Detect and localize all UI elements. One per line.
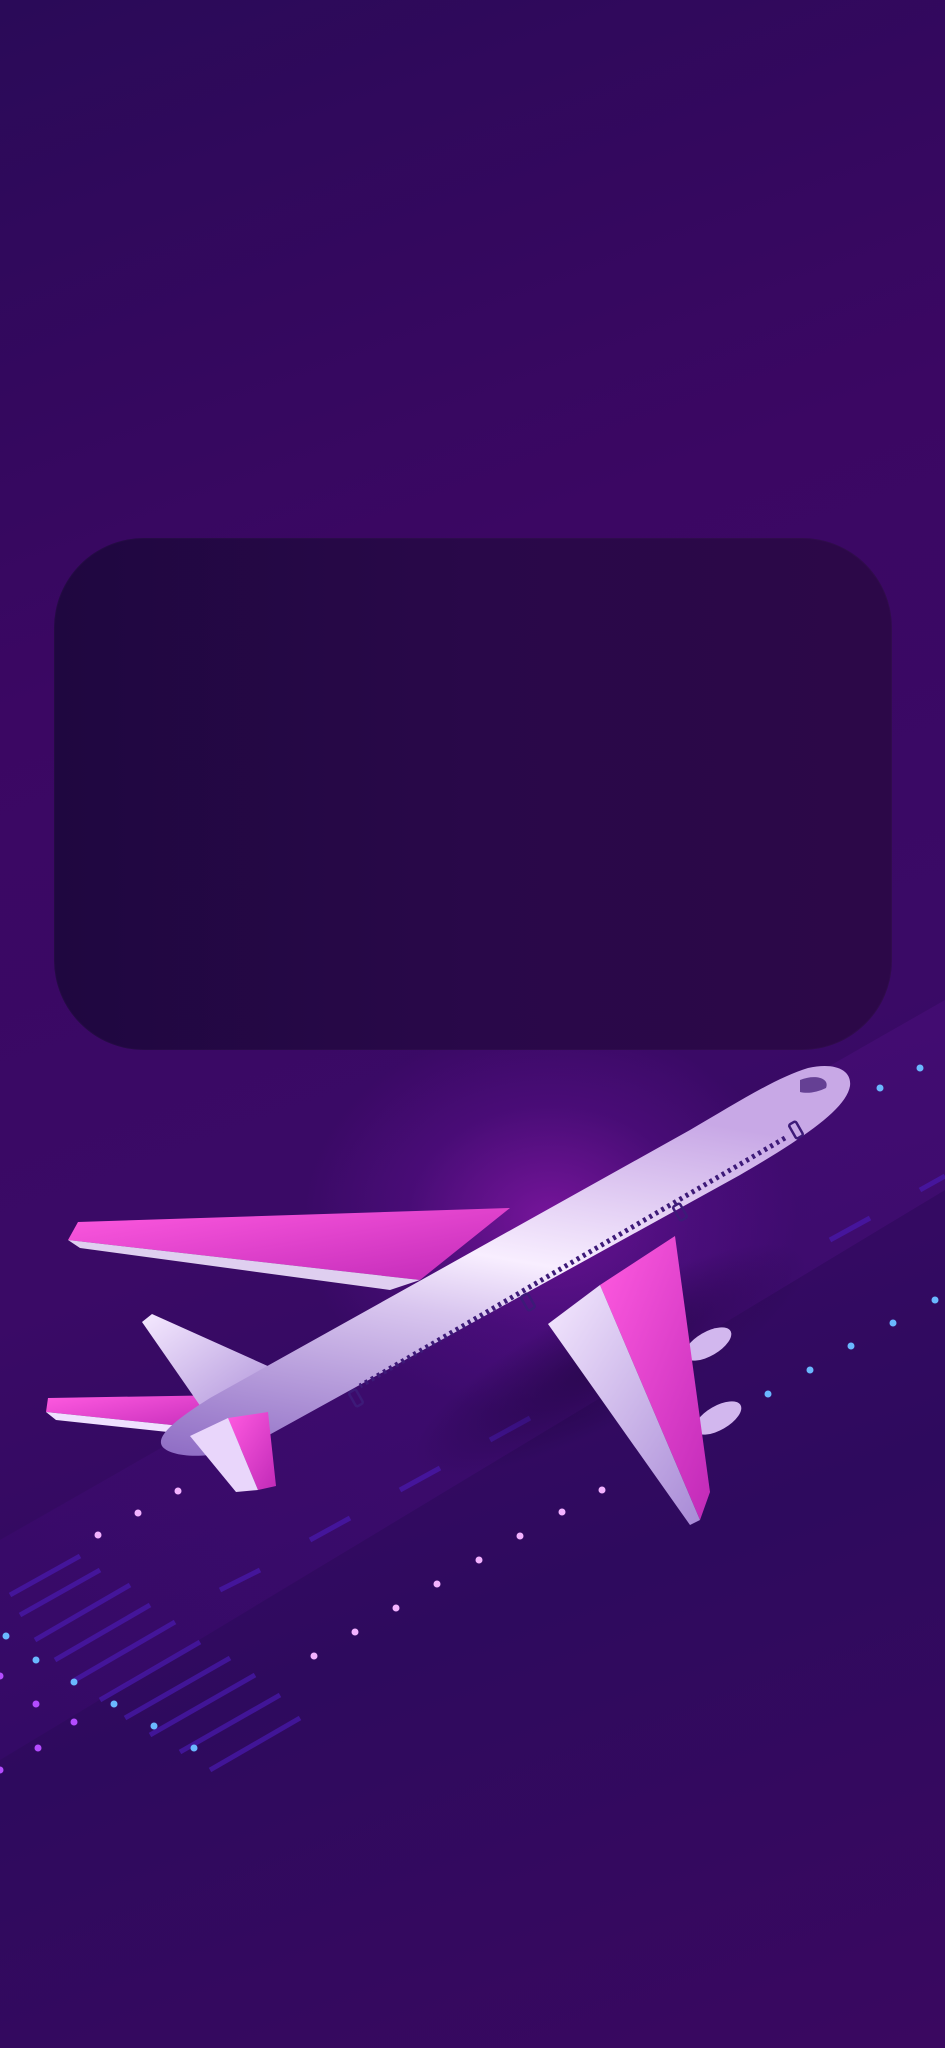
splash-screen xyxy=(0,0,945,2048)
content-card xyxy=(54,538,892,1050)
